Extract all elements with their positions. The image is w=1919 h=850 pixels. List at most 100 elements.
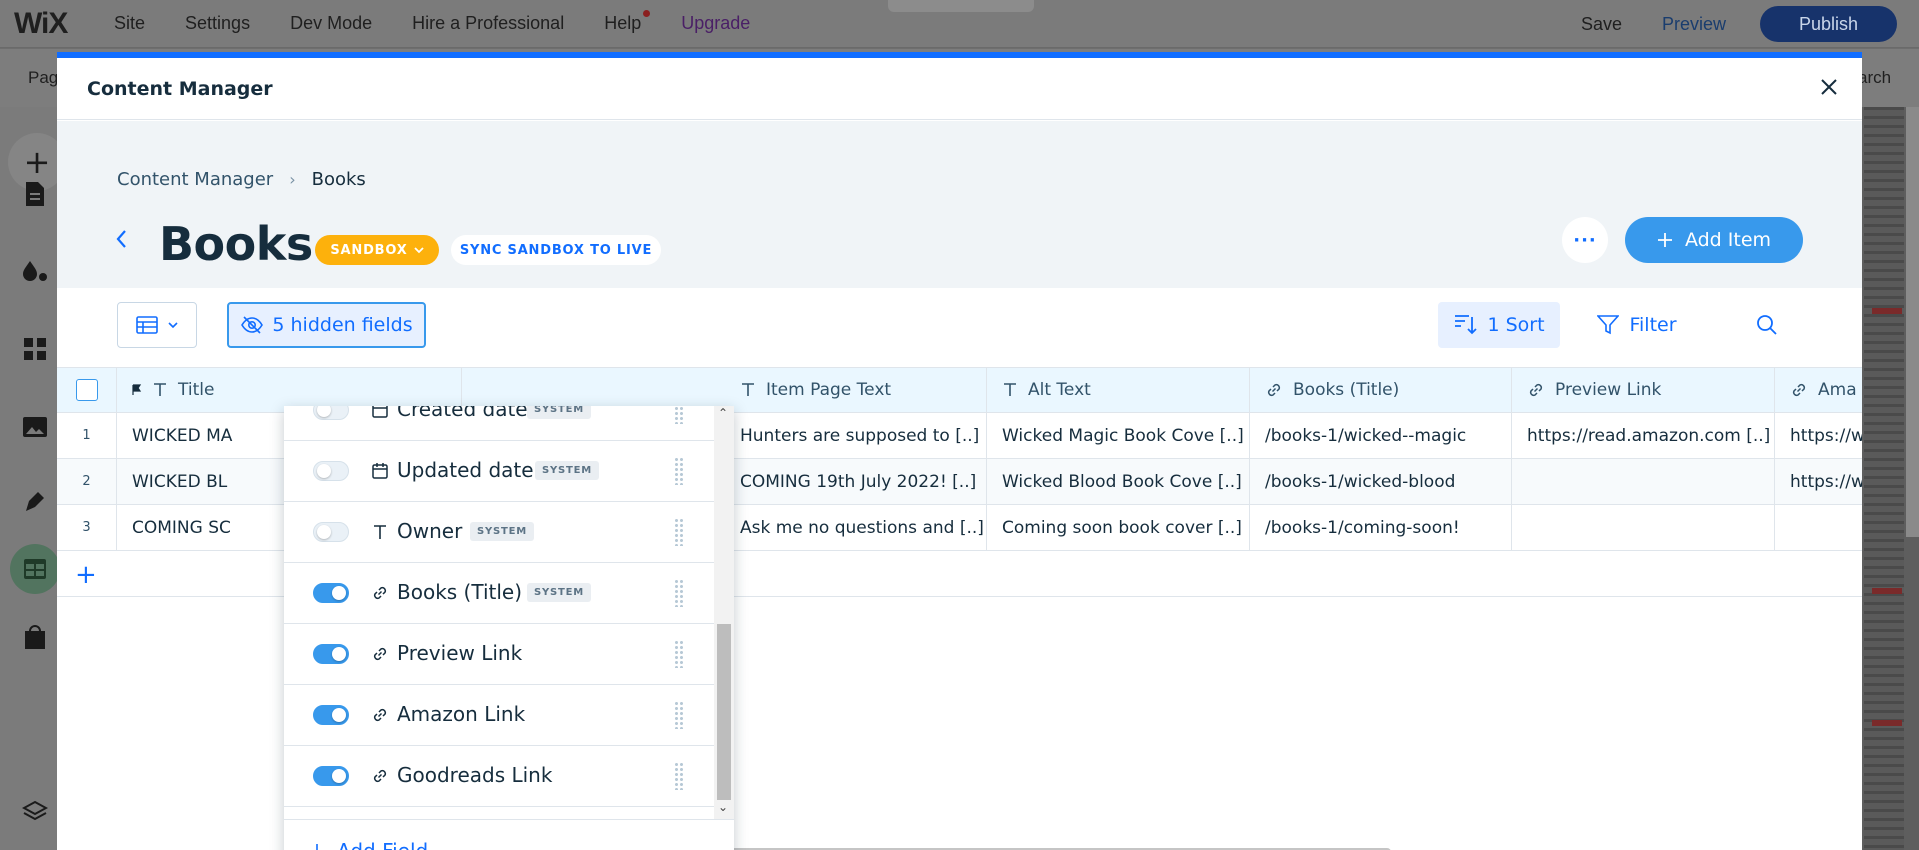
cell-preview-link[interactable] [1512,459,1775,504]
column-header-books-title[interactable]: Books (Title) [1250,368,1512,412]
nav-help[interactable]: Help [604,10,651,34]
editor-top-bar: WiX Site Settings Dev Mode Hire a Profes… [0,0,1919,48]
hidden-fields-label: 5 hidden fields [272,314,413,336]
preview-button[interactable]: Preview [1662,14,1726,35]
visibility-toggle[interactable] [313,461,349,481]
visibility-toggle[interactable] [313,766,349,786]
cell-alt-text[interactable]: Wicked Blood Book Cove [..] [987,459,1250,504]
column-header-amazon-link[interactable]: Ama [1775,368,1862,412]
primary-flag-icon [132,384,142,395]
column-header-preview-link[interactable]: Preview Link [1512,368,1775,412]
nav-site[interactable]: Site [114,13,145,34]
view-switcher-button[interactable] [117,302,197,348]
nav-help-label: Help [604,13,642,33]
toggle-knob [317,525,331,539]
canvas-marker [1872,308,1902,314]
toggle-knob [332,708,346,722]
sync-sandbox-button[interactable]: SYNC SANDBOX TO LIVE [451,235,661,265]
visibility-toggle[interactable] [313,644,349,664]
cell-books-title[interactable]: /books-1/wicked-blood [1250,459,1512,504]
wix-logo: WiX [14,6,68,40]
close-button[interactable] [1816,74,1842,100]
field-row-created-date: Created date SYSTEM [284,406,714,441]
cell-item-page-text[interactable]: COMING 19th July 2022! [..] [725,459,987,504]
add-field-button[interactable]: Add Field [284,819,734,850]
search-button[interactable] [1747,302,1787,348]
visibility-toggle[interactable] [313,583,349,603]
cell-preview-link[interactable]: https://read.amazon.com [..] [1512,413,1775,458]
scroll-down-icon[interactable]: ⌄ [718,800,728,814]
editor-scrollbar[interactable] [1906,107,1919,537]
cell-amazon-link[interactable] [1775,505,1862,550]
cell-preview-link[interactable] [1512,505,1775,550]
link-icon [1529,383,1543,397]
column-header-alt-text[interactable]: Alt Text [987,368,1250,412]
cell-amazon-link[interactable]: https://w [1775,459,1862,504]
app-market-icon[interactable] [20,622,50,652]
drag-handle-icon[interactable] [674,579,684,607]
filter-icon [1597,315,1620,335]
calendar-icon [370,406,390,420]
design-icon[interactable] [20,257,50,287]
hidden-fields-button[interactable]: 5 hidden fields [227,302,426,348]
blog-pen-icon[interactable] [20,487,50,517]
cms-icon[interactable] [10,544,60,594]
top-collapse-handle[interactable]: ⌃ [888,0,1034,12]
layers-icon[interactable] [20,797,50,827]
pages-menu-label[interactable]: Pag [28,68,58,88]
drag-handle-icon[interactable] [674,406,684,424]
sandbox-dropdown[interactable]: SANDBOX [315,235,439,265]
field-name: Goodreads Link [397,763,553,787]
drag-handle-icon[interactable] [674,640,684,668]
cell-item-page-text[interactable]: Ask me no questions and [..] [725,505,987,550]
filter-button[interactable]: Filter [1587,302,1687,348]
chevron-right-icon: › [289,170,296,189]
toggle-knob [317,406,331,417]
apps-icon[interactable] [20,334,50,364]
system-badge: SYSTEM [527,406,592,419]
cell-books-title[interactable]: /books-1/coming-soon! [1250,505,1512,550]
page-title: Books [159,217,313,271]
popover-scrollbar[interactable]: ⌃ ⌄ [714,406,734,819]
cell-books-title[interactable]: /books-1/wicked--magic [1250,413,1512,458]
cell-amazon-link[interactable]: https://w [1775,413,1862,458]
visibility-toggle[interactable] [313,705,349,725]
publish-button[interactable]: Publish [1760,6,1897,42]
sort-button[interactable]: 1 Sort [1438,302,1560,348]
scroll-up-icon[interactable]: ⌃ [718,406,728,420]
drag-handle-icon[interactable] [674,518,684,546]
nav-dev-mode[interactable]: Dev Mode [290,13,372,34]
link-icon [370,583,390,603]
nav-upgrade[interactable]: Upgrade [681,13,750,34]
collection-header: Content Manager › Books Books SANDBOX SY… [57,121,1862,288]
text-icon [742,383,754,396]
search-label[interactable]: arch [1858,68,1891,88]
drag-handle-icon[interactable] [674,762,684,790]
select-all-checkbox[interactable] [75,379,98,401]
scrollbar-thumb[interactable] [717,624,731,800]
cell-item-page-text[interactable]: Hunters are supposed to [..] [725,413,987,458]
field-name: Owner [397,519,463,543]
add-item-button[interactable]: Add Item [1625,217,1803,263]
breadcrumb-content-manager[interactable]: Content Manager [117,169,273,190]
media-icon[interactable] [20,412,50,442]
plus-icon [1657,233,1672,247]
cell-alt-text[interactable]: Coming soon book cover [..] [987,505,1250,550]
pages-icon[interactable] [20,179,50,209]
more-actions-button[interactable]: ··· [1562,217,1608,263]
back-button[interactable] [114,228,134,254]
add-item-label: Add Item [1684,229,1772,251]
column-header-item-page-text[interactable]: Item Page Text [725,368,987,412]
field-name: Amazon Link [397,702,526,726]
visibility-toggle[interactable] [313,522,349,542]
plus-icon [310,843,324,850]
visibility-toggle[interactable] [313,406,349,420]
save-button[interactable]: Save [1581,14,1622,35]
cell-alt-text[interactable]: Wicked Magic Book Cove [..] [987,413,1250,458]
column-label: Books (Title) [1293,380,1400,400]
drag-handle-icon[interactable] [674,457,684,485]
nav-settings[interactable]: Settings [185,13,250,34]
nav-hire-professional[interactable]: Hire a Professional [412,13,564,34]
drag-handle-icon[interactable] [674,701,684,729]
link-icon [370,766,390,786]
